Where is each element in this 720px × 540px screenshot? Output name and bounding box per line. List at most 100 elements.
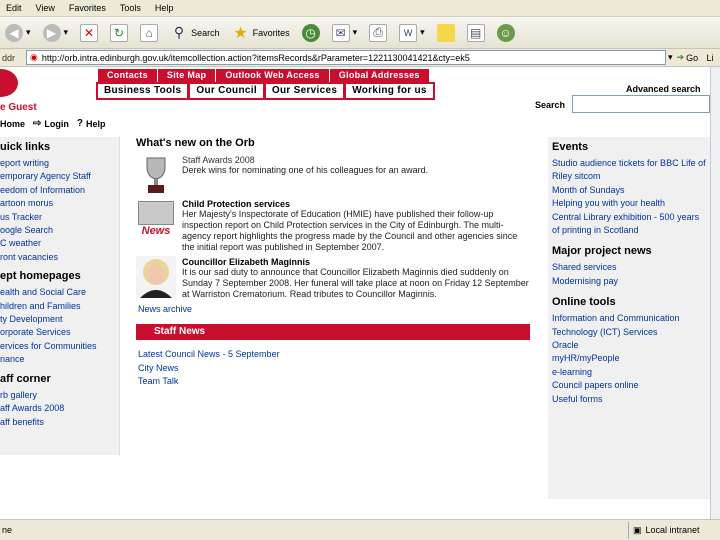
help-link-label: Help xyxy=(86,118,106,129)
dept-link[interactable]: nance xyxy=(0,353,119,366)
quick-link[interactable]: eport writing xyxy=(0,157,119,170)
quick-link[interactable]: oogle Search xyxy=(0,224,119,237)
council-logo[interactable] xyxy=(0,69,18,97)
main-nav-business-tools[interactable]: Business Tools xyxy=(98,84,188,98)
staff-news-link[interactable]: Team Talk xyxy=(136,375,530,389)
news-item: News Child Protection services Her Majes… xyxy=(136,199,530,253)
notes-button[interactable] xyxy=(434,21,458,45)
event-link[interactable]: Central Library exhibition - 500 years o… xyxy=(552,211,706,238)
site-search-input[interactable] xyxy=(572,95,710,113)
menu-help[interactable]: Help xyxy=(155,3,174,13)
quick-links-heading: uick links xyxy=(0,141,51,153)
vertical-scrollbar[interactable] xyxy=(710,67,720,519)
edit-button[interactable]: W ▾ xyxy=(396,21,428,45)
menu-tools[interactable]: Tools xyxy=(120,3,141,13)
mail-button[interactable]: ✉ ▾ xyxy=(329,21,361,45)
quick-links-section: uick links eport writing emporary Agency… xyxy=(0,141,119,264)
quick-link[interactable]: eedom of Information xyxy=(0,184,119,197)
staff-corner-link[interactable]: rb gallery xyxy=(0,389,119,402)
quick-link[interactable]: ront vacancies xyxy=(0,251,119,264)
refresh-icon: ↻ xyxy=(110,23,129,42)
refresh-button[interactable]: ↻ xyxy=(107,21,131,45)
staff-corner-link[interactable]: aff benefits xyxy=(0,416,119,429)
top-nav-outlook[interactable]: Outlook Web Access xyxy=(216,69,330,83)
go-button[interactable]: ➔ Go xyxy=(677,52,701,63)
news-item: Staff Awards 2008 Derek wins for nominat… xyxy=(136,155,530,195)
address-url: http://orb.intra.edinburgh.gov.uk/itemco… xyxy=(41,52,470,63)
staff-corner-section: aff corner rb gallery aff Awards 2008 af… xyxy=(0,373,119,429)
help-icon: ? xyxy=(76,118,84,129)
favorites-button[interactable]: ★ Favorites xyxy=(229,21,293,45)
events-section: Events Studio audience tickets for BBC L… xyxy=(552,141,706,237)
newspaper-icon[interactable]: News xyxy=(136,199,176,239)
staff-news-link[interactable]: City News xyxy=(136,362,530,376)
status-text: ne xyxy=(2,525,13,535)
login-icon: ⇨ xyxy=(33,118,42,129)
staff-news-link[interactable]: Latest Council News - 5 September xyxy=(136,348,530,362)
top-nav-global-addresses[interactable]: Global Addresses xyxy=(330,69,429,83)
top-nav-contacts[interactable]: Contacts xyxy=(98,69,158,83)
print-button[interactable]: ⎙ xyxy=(366,21,390,45)
home-icon: ⌂ xyxy=(140,23,159,42)
main-nav-our-services[interactable]: Our Services xyxy=(265,84,344,98)
tool-link[interactable]: e-learning xyxy=(552,366,706,379)
login-link[interactable]: ⇨ Login xyxy=(33,118,69,129)
news-title[interactable]: Child Protection services xyxy=(182,199,530,209)
address-input[interactable]: ◉ http://orb.intra.edinburgh.gov.uk/item… xyxy=(26,50,666,65)
project-link[interactable]: Modernising pay xyxy=(552,275,706,288)
quick-link[interactable]: artoon morus xyxy=(0,197,119,210)
note-icon xyxy=(436,23,455,42)
stop-button[interactable]: ✕ xyxy=(77,21,101,45)
back-button[interactable]: ◀ ▾ xyxy=(2,21,34,45)
address-dropdown-icon[interactable]: ▾ xyxy=(668,52,673,63)
news-archive-link[interactable]: News archive xyxy=(138,304,530,314)
home-button[interactable]: ⌂ xyxy=(137,21,161,45)
tool-link[interactable]: Information and Communication Technology… xyxy=(552,312,706,339)
event-link[interactable]: Studio audience tickets for BBC Life of … xyxy=(552,157,706,184)
trophy-icon[interactable] xyxy=(136,155,176,195)
tool-link[interactable]: myHR/myPeople xyxy=(552,352,706,365)
research-button[interactable]: ▤ xyxy=(464,21,488,45)
dept-link[interactable]: hildren and Families xyxy=(0,300,119,313)
news-title[interactable]: Staff Awards 2008 xyxy=(182,155,428,165)
web-page: Contacts Site Map Outlook Web Access Glo… xyxy=(0,67,710,519)
help-link[interactable]: ? Help xyxy=(77,118,106,129)
quick-link[interactable]: C weather xyxy=(0,237,119,250)
project-link[interactable]: Shared services xyxy=(552,261,706,274)
back-label: ▾ xyxy=(26,27,31,37)
home-link[interactable]: Home xyxy=(0,119,25,129)
advanced-search-link[interactable]: Advanced search xyxy=(626,84,701,94)
tool-link[interactable]: Useful forms xyxy=(552,393,706,406)
staff-corner-heading: aff corner xyxy=(0,372,51,385)
menu-favorites[interactable]: Favorites xyxy=(69,3,106,13)
event-link[interactable]: Month of Sundays xyxy=(552,184,706,197)
address-label: ddr xyxy=(2,52,16,63)
links-button[interactable]: Li xyxy=(707,53,714,63)
quick-link[interactable]: us Tracker xyxy=(0,211,119,224)
news-title[interactable]: Councillor Elizabeth Maginnis xyxy=(182,257,530,267)
quick-link[interactable]: emporary Agency Staff xyxy=(0,170,119,183)
main-nav-working-for-us[interactable]: Working for us xyxy=(346,84,433,98)
dept-link[interactable]: ervices for Communities xyxy=(0,340,119,353)
search-button[interactable]: ⚲ Search xyxy=(167,21,223,45)
messenger-button[interactable]: ☺ xyxy=(494,21,518,45)
event-link[interactable]: Helping you with your health xyxy=(552,197,706,210)
dept-link[interactable]: ty Development xyxy=(0,313,119,326)
history-button[interactable]: ◷ xyxy=(299,21,323,45)
site-header: Contacts Site Map Outlook Web Access Glo… xyxy=(0,67,710,131)
dept-link[interactable]: ealth and Social Care xyxy=(0,286,119,299)
menu-view[interactable]: View xyxy=(36,3,55,13)
main-nav-our-council[interactable]: Our Council xyxy=(190,84,263,98)
portrait-image[interactable] xyxy=(136,256,176,298)
dept-link[interactable]: orporate Services xyxy=(0,326,119,339)
news-body: Her Majesty's Inspectorate of Education … xyxy=(182,209,518,252)
forward-button[interactable]: ▶ ▾ xyxy=(40,21,72,45)
favorites-label: Favorites xyxy=(252,27,290,38)
menu-edit[interactable]: Edit xyxy=(6,3,22,13)
tool-link[interactable]: Oracle xyxy=(552,339,706,352)
tool-link[interactable]: Council papers online xyxy=(552,379,706,392)
staff-corner-link[interactable]: aff Awards 2008 xyxy=(0,402,119,415)
top-nav-site-map[interactable]: Site Map xyxy=(158,69,217,83)
forward-dropdown-icon: ▾ xyxy=(63,27,69,37)
projects-section: Major project news Shared services Moder… xyxy=(552,245,706,288)
